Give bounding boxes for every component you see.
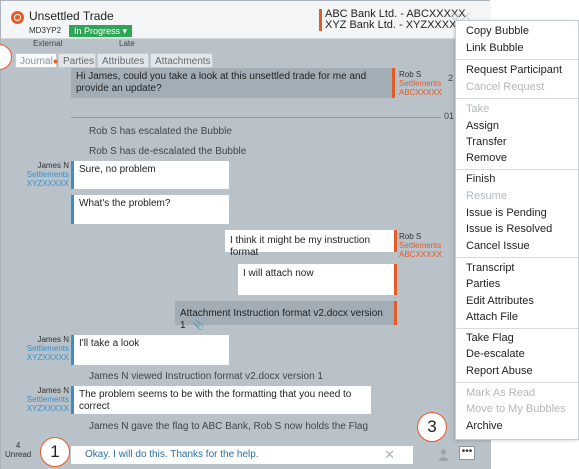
tab-bar: Journal● Parties Attributes Attachments: [1, 53, 241, 68]
journal-feed[interactable]: Hi James, could you take a look at this …: [1, 68, 491, 469]
bubble-logo-icon: [11, 11, 24, 24]
tab-attributes[interactable]: Attributes: [97, 53, 149, 68]
paperclip-icon: 📎: [192, 320, 205, 331]
sender-org: ABCXXXXX: [399, 88, 443, 97]
system-event: James N gave the flag to ABC Bank, Rob S…: [89, 421, 369, 432]
party-list: ABC Bank Ltd. - ABCXXXXX XYZ Bank Ltd. -…: [319, 9, 466, 31]
callout-marker-1: 1: [40, 437, 70, 467]
menu-item-take: Take: [466, 103, 490, 115]
message-input-value: Okay. I will do this. Thanks for the hel…: [85, 449, 259, 460]
message-bubble[interactable]: What's the problem?: [71, 195, 229, 224]
bubble-reference: MD3YP2: [29, 26, 62, 35]
sender-org: ABCXXXXX: [399, 250, 443, 259]
unread-indicator[interactable]: 4 Unread: [5, 441, 31, 459]
sender-role: Settlements: [26, 344, 69, 353]
sender-name: James N: [37, 161, 69, 170]
menu-separator: [456, 257, 578, 258]
sender-role: Settlements: [26, 170, 69, 179]
message-sender: James N Settlements XYZXXXXX: [1, 386, 69, 413]
menu-separator: [456, 169, 578, 170]
menu-item-copy-bubble[interactable]: Copy Bubble: [466, 25, 529, 37]
message-bubble[interactable]: I will attach now: [238, 264, 397, 295]
bubble-window: Unsettled Trade MD3YP2 In Progress ▾ ABC…: [0, 0, 491, 469]
date-label: 01: [444, 111, 455, 121]
date-divider: [71, 117, 441, 118]
menu-item-assign[interactable]: Assign: [466, 120, 499, 132]
read-count: 2: [448, 73, 454, 83]
attachment-bubble[interactable]: Attachment Instruction format v2.docx ve…: [175, 301, 397, 331]
menu-item-report-abuse[interactable]: Report Abuse: [466, 365, 533, 377]
sender-org: XYZXXXXX: [26, 353, 69, 362]
menu-separator: [456, 328, 578, 329]
bubble-actions-menu: Copy Bubble Link Bubble Request Particip…: [455, 20, 579, 440]
message-bubble[interactable]: I'll take a look: [71, 335, 229, 365]
bubble-title: Unsettled Trade: [29, 9, 114, 23]
message-bubble[interactable]: Sure, no problem: [71, 161, 229, 189]
message-sender: Rob S Settlements ABCXXXXX: [399, 70, 442, 97]
sender-name: Rob S: [399, 232, 422, 241]
sender-org: XYZXXXXX: [26, 404, 69, 413]
menu-item-edit-attributes[interactable]: Edit Attributes: [466, 295, 534, 307]
menu-item-request-participant[interactable]: Request Participant: [466, 64, 562, 76]
menu-item-cancel-issue[interactable]: Cancel Issue: [466, 240, 530, 252]
message-bubble[interactable]: Hi James, could you take a look at this …: [71, 68, 395, 98]
menu-item-link-bubble[interactable]: Link Bubble: [466, 42, 524, 54]
late-label: Late: [119, 39, 135, 48]
menu-item-issue-pending[interactable]: Issue is Pending: [466, 207, 547, 219]
menu-item-parties[interactable]: Parties: [466, 278, 500, 290]
menu-separator: [456, 98, 578, 99]
message-bubble[interactable]: I think it might be my instruction forma…: [225, 230, 397, 258]
message-sender: Rob S Settlements ABCXXXXX: [399, 232, 442, 259]
menu-item-finish[interactable]: Finish: [466, 173, 495, 185]
callout-marker-3: 3: [417, 412, 447, 442]
tab-attachments[interactable]: Attachments: [150, 53, 213, 68]
menu-separator: [456, 382, 578, 383]
more-options-button[interactable]: •••: [459, 446, 475, 460]
menu-item-attach-file[interactable]: Attach File: [466, 311, 518, 323]
system-event: Rob S has de-escalated the Bubble: [89, 146, 247, 157]
tab-journal[interactable]: Journal●: [15, 53, 58, 68]
menu-item-cancel-request: Cancel Request: [466, 81, 545, 93]
message-input[interactable]: Okay. I will do this. Thanks for the hel…: [71, 446, 413, 464]
external-label: External: [33, 39, 63, 48]
menu-item-take-flag[interactable]: Take Flag: [466, 332, 514, 344]
party-b: XYZ Bank Ltd. - XYZXXXXX: [325, 19, 464, 31]
sender-name: Rob S: [399, 70, 422, 79]
message-sender: James N Settlements XYZXXXXX: [1, 161, 69, 188]
sender-org: XYZXXXXX: [26, 179, 69, 188]
message-sender: James N Settlements XYZXXXXX: [1, 335, 69, 362]
status-label: In Progress: [74, 26, 121, 36]
attachment-label: Attachment Instruction format v2.docx ve…: [180, 308, 383, 331]
unread-count: 4: [15, 441, 21, 450]
menu-item-transfer[interactable]: Transfer: [466, 136, 507, 148]
menu-item-de-escalate[interactable]: De-escalate: [466, 348, 525, 360]
menu-item-transcript[interactable]: Transcript: [466, 262, 515, 274]
sender-role: Settlements: [399, 241, 442, 250]
menu-item-mark-as-read: Mark As Read: [466, 387, 536, 399]
menu-item-remove[interactable]: Remove: [466, 152, 507, 164]
sender-name: James N: [37, 335, 69, 344]
sender-name: James N: [37, 386, 69, 395]
menu-separator: [456, 59, 578, 60]
tab-parties[interactable]: Parties: [58, 53, 96, 68]
menu-item-archive[interactable]: Archive: [466, 420, 503, 432]
menu-item-move-to-my-bubbles: Move to My Bubbles: [466, 403, 566, 415]
system-event: Rob S has escalated the Bubble: [89, 126, 232, 137]
sender-role: Settlements: [399, 79, 442, 88]
system-event: James N viewed Instruction format v2.doc…: [89, 371, 323, 382]
status-badge[interactable]: In Progress ▾: [69, 25, 133, 37]
chevron-down-icon: ▾: [122, 26, 128, 36]
message-bubble[interactable]: The problem seems to be with the formatt…: [71, 386, 371, 414]
bubble-header: Unsettled Trade MD3YP2 In Progress ▾ ABC…: [1, 1, 491, 39]
menu-item-issue-resolved[interactable]: Issue is Resolved: [466, 223, 552, 235]
unread-label: Unread: [5, 450, 32, 459]
clear-input-icon[interactable]: ✕: [384, 447, 395, 463]
sender-role: Settlements: [26, 395, 69, 404]
tab-journal-label: Journal: [20, 56, 53, 67]
participant-icon[interactable]: [439, 449, 448, 461]
menu-item-resume: Resume: [466, 190, 507, 202]
